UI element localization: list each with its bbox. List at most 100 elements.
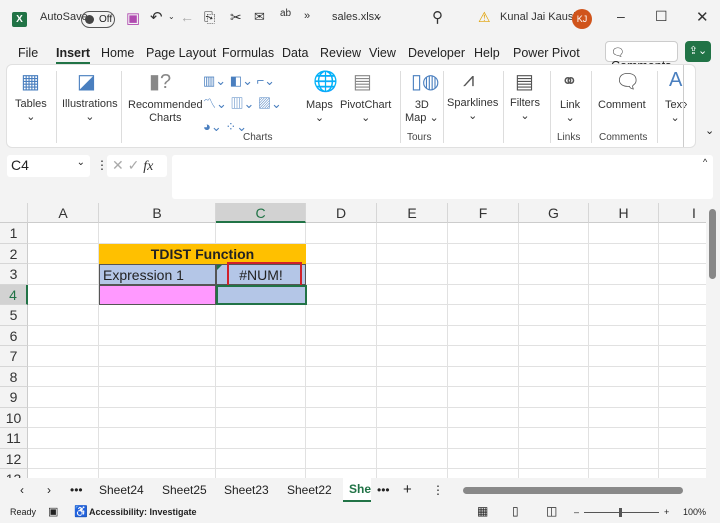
cell-b4[interactable]: [99, 284, 216, 305]
spelling-icon[interactable]: ab: [280, 8, 291, 19]
filters-button[interactable]: Filters ⌄: [510, 97, 540, 123]
avatar[interactable]: KJ: [572, 9, 592, 29]
redo-icon[interactable]: ←: [180, 9, 194, 25]
tab-help[interactable]: Help: [474, 46, 500, 60]
collapse-ribbon-icon[interactable]: ⌄: [705, 124, 714, 137]
cancel-icon[interactable]: ✕: [112, 157, 124, 173]
accessibility-status[interactable]: Accessibility: Investigate: [89, 507, 197, 517]
tab-file[interactable]: File: [18, 46, 38, 60]
share-button[interactable]: ⇪⌄: [685, 41, 711, 62]
normal-view-icon[interactable]: ▦: [477, 504, 488, 518]
row-header[interactable]: 13: [0, 469, 28, 478]
illustrations-button[interactable]: Illustrations ⌄: [62, 98, 118, 124]
row-header[interactable]: 8: [0, 366, 28, 387]
tab-home[interactable]: Home: [101, 46, 134, 60]
tab-insert[interactable]: Insert: [56, 46, 91, 64]
more-commands-icon[interactable]: »: [304, 10, 310, 22]
more-sheets-icon[interactable]: •••: [377, 483, 390, 497]
prev-sheet-icon[interactable]: ‹: [20, 483, 24, 497]
tab-formulas[interactable]: Formulas: [222, 46, 274, 60]
comments-button[interactable]: 🗨 Comments: [605, 41, 678, 73]
recommended-charts-button[interactable]: Recommended Charts: [128, 99, 203, 125]
more-sheets-icon[interactable]: •••: [70, 483, 83, 497]
paste-icon[interactable]: ⎘: [204, 9, 215, 26]
options-icon[interactable]: ⋮: [432, 483, 444, 497]
sheet-tab[interactable]: Sheet22: [287, 483, 332, 497]
vertical-scroll-thumb[interactable]: [709, 209, 716, 279]
column-header[interactable]: F: [448, 203, 519, 223]
macro-icon[interactable]: ▣: [48, 505, 58, 518]
tab-developer[interactable]: Developer: [408, 46, 465, 60]
minimize-button[interactable]: –: [617, 8, 625, 24]
maps-button[interactable]: Maps ⌄: [306, 99, 333, 125]
filename[interactable]: sales.xlsx: [332, 11, 380, 23]
undo-icon[interactable]: ↶: [150, 8, 163, 26]
tab-review[interactable]: Review: [320, 46, 361, 60]
autosave-toggle[interactable]: Off: [81, 11, 115, 28]
error-indicator-icon[interactable]: [217, 265, 222, 270]
zoom-slider-thumb[interactable]: [619, 508, 622, 517]
row-header[interactable]: 1: [0, 223, 28, 244]
row-header[interactable]: 3: [0, 264, 28, 285]
row-header[interactable]: 9: [0, 387, 28, 408]
formula-input[interactable]: [172, 155, 713, 199]
column-header[interactable]: I: [659, 203, 706, 223]
horizontal-scrollbar[interactable]: [453, 487, 696, 494]
sparklines-button[interactable]: Sparklines ⌄: [447, 97, 498, 123]
cell-c4-selected[interactable]: [216, 284, 307, 305]
tables-button[interactable]: Tables ⌄: [15, 98, 47, 124]
row-header[interactable]: 11: [0, 428, 28, 449]
zoom-out-icon[interactable]: –: [574, 507, 579, 517]
row-header[interactable]: 2: [0, 243, 28, 264]
column-header[interactable]: H: [589, 203, 659, 223]
3d-map-button[interactable]: 3D Map ⌄: [405, 99, 439, 125]
expand-formula-bar-icon[interactable]: ^: [703, 157, 707, 167]
email-icon[interactable]: ✉: [254, 9, 265, 25]
horizontal-scroll-thumb[interactable]: [463, 487, 683, 494]
tab-page-layout[interactable]: Page Layout: [146, 46, 216, 60]
undo-dropdown-icon[interactable]: ⌄: [168, 12, 175, 21]
name-box[interactable]: C4 ⌄: [7, 155, 90, 177]
pivotchart-button[interactable]: PivotChart ⌄: [340, 99, 391, 125]
search-icon[interactable]: ⚲: [432, 8, 443, 26]
column-header[interactable]: B: [99, 203, 216, 223]
select-all[interactable]: [0, 203, 28, 223]
column-header[interactable]: D: [306, 203, 377, 223]
cell-b3[interactable]: Expression 1: [99, 264, 216, 285]
maximize-button[interactable]: ☐: [655, 8, 668, 25]
insert-function-button[interactable]: fx: [143, 159, 153, 174]
page-break-view-icon[interactable]: ◫: [546, 504, 557, 518]
sheet-tab[interactable]: Sheet23: [224, 483, 269, 497]
sheet-tab-active[interactable]: She: [343, 478, 371, 502]
row-header[interactable]: 7: [0, 346, 28, 367]
ribbon-scroll-right[interactable]: ›: [683, 65, 693, 147]
link-button[interactable]: Link ⌄: [560, 99, 580, 125]
row-header[interactable]: 5: [0, 305, 28, 326]
row-header[interactable]: 4: [0, 284, 28, 305]
add-sheet-button[interactable]: +: [403, 481, 412, 498]
column-header[interactable]: G: [519, 203, 589, 223]
chart-types-icons[interactable]: ▥⌄ ◧⌄ ⌐⌄ 〽⌄ ▥⌄ ▨⌄ ◕⌄ ⁘⌄: [203, 69, 282, 138]
row-header[interactable]: 12: [0, 448, 28, 469]
column-header[interactable]: E: [377, 203, 448, 223]
accessibility-icon[interactable]: ♿: [74, 505, 88, 518]
next-sheet-icon[interactable]: ›: [47, 483, 51, 497]
tab-data[interactable]: Data: [282, 46, 308, 60]
filename-chevron-icon[interactable]: ⌄: [374, 9, 383, 22]
title-cell[interactable]: TDIST Function: [99, 243, 306, 264]
row-header[interactable]: 10: [0, 407, 28, 428]
enter-icon[interactable]: ✓: [128, 157, 140, 173]
tab-power-pivot[interactable]: Power Pivot: [513, 46, 580, 60]
column-header[interactable]: A: [28, 203, 99, 223]
zoom-in-icon[interactable]: +: [664, 507, 669, 517]
zoom-slider[interactable]: [584, 508, 659, 517]
page-layout-view-icon[interactable]: ▯: [512, 504, 519, 518]
sheet-tab[interactable]: Sheet25: [162, 483, 207, 497]
close-button[interactable]: ✕: [696, 8, 709, 26]
vertical-scrollbar[interactable]: [706, 203, 720, 478]
sheet-tab[interactable]: Sheet24: [99, 483, 144, 497]
worksheet-grid[interactable]: ABCDEFGHI12345678910111213TDIST Function…: [0, 203, 706, 478]
comment-button[interactable]: Comment: [598, 99, 646, 112]
row-header[interactable]: 6: [0, 325, 28, 346]
save-icon[interactable]: ▣: [126, 9, 140, 27]
